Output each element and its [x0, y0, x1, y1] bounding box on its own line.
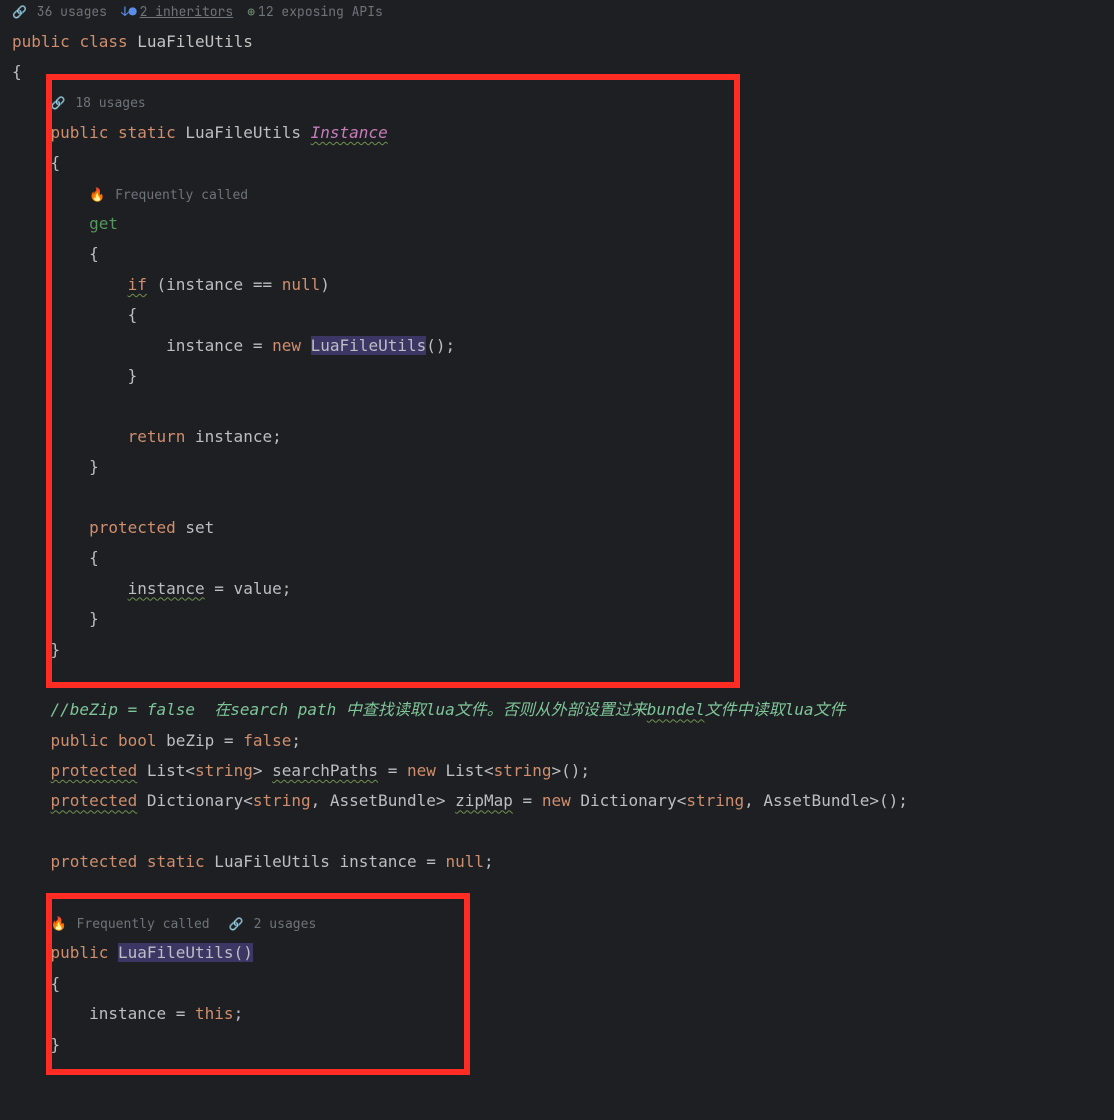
keyword-static: static: [118, 123, 176, 142]
code-text: beZip =: [157, 731, 244, 750]
keyword-new: new: [272, 336, 301, 355]
set-accessor: set: [185, 518, 214, 537]
code-text: , AssetBundle>();: [744, 791, 908, 810]
highlighted-type: LuaFileUtils: [311, 336, 427, 355]
brace: }: [89, 609, 99, 628]
keyword-false: false: [243, 731, 291, 750]
keyword-string: string: [494, 761, 552, 780]
keyword-null: null: [282, 275, 321, 294]
keyword-this: this: [195, 1004, 234, 1023]
flame-icon: 🔥: [51, 917, 67, 932]
brace: {: [128, 305, 138, 324]
field-ref: instance: [128, 579, 205, 598]
keyword-new: new: [407, 761, 436, 780]
code-text: Dictionary<: [137, 791, 253, 810]
keyword-null: null: [446, 852, 485, 871]
code-text: ;: [291, 731, 301, 750]
code-text: = value;: [205, 579, 292, 598]
brace: {: [89, 548, 99, 567]
link-icon: 🔗: [12, 1, 27, 24]
code-block[interactable]: public class LuaFileUtils { 🔗 18 usages …: [12, 27, 1114, 1060]
brace: }: [51, 1035, 61, 1054]
inheritors-icon: ↓●: [121, 3, 137, 20]
exposing-apis-hint[interactable]: ⊕12 exposing APIs: [247, 0, 383, 25]
code-text: Dictionary<: [571, 791, 687, 810]
keyword-protected: protected: [51, 852, 138, 871]
keyword-if: if: [128, 275, 147, 294]
code-text: =: [378, 761, 407, 780]
keyword-public: public: [51, 943, 109, 962]
code-text: List<: [137, 761, 195, 780]
flame-icon: 🔥: [89, 188, 105, 203]
keyword-public: public: [51, 731, 109, 750]
keyword-public: public: [12, 32, 70, 51]
comment: //beZip = false 在search path 中查找读取lua文件。…: [51, 700, 846, 719]
code-lens-row: 🔗 36 usages ↓●2 inheritors ⊕12 exposing …: [12, 0, 1114, 27]
brace: {: [89, 244, 99, 263]
keyword-string: string: [253, 791, 311, 810]
paren: (): [234, 943, 253, 962]
brace: {: [12, 62, 22, 81]
link-icon: 🔗: [51, 96, 66, 110]
code-text: , AssetBundle>: [311, 791, 456, 810]
keyword-class: class: [79, 32, 127, 51]
code-text: ();: [426, 336, 455, 355]
space: [301, 336, 311, 355]
inheritors-hint[interactable]: ↓●2 inheritors: [121, 0, 233, 25]
brace: {: [51, 974, 61, 993]
code-text: instance =: [89, 1004, 195, 1023]
network-icon: ⊕: [247, 3, 255, 20]
keyword-protected: protected: [51, 791, 138, 810]
brace: {: [51, 153, 61, 172]
field-name: zipMap: [455, 791, 513, 810]
keyword-new: new: [542, 791, 571, 810]
field-name: searchPaths: [272, 761, 378, 780]
code-text: >: [253, 761, 272, 780]
frequently-called-hint[interactable]: 🔥 Frequently called: [51, 917, 210, 932]
keyword-protected: protected: [51, 761, 138, 780]
brace: }: [51, 640, 61, 659]
usages-inline-hint[interactable]: 🔗 2 usages: [229, 917, 316, 932]
code-text: =: [513, 791, 542, 810]
keyword-protected: protected: [89, 518, 176, 537]
code-text: instance =: [166, 336, 272, 355]
keyword-public: public: [51, 123, 109, 142]
property-name: Instance: [311, 123, 388, 142]
usages-inline-hint[interactable]: 🔗 18 usages: [51, 96, 146, 111]
code-text: (instance ==: [147, 275, 282, 294]
code-editor[interactable]: 🔗 36 usages ↓●2 inheritors ⊕12 exposing …: [12, 0, 1114, 1060]
brace: }: [89, 457, 99, 476]
code-text: ;: [484, 852, 494, 871]
keyword-string: string: [195, 761, 253, 780]
code-text: LuaFileUtils instance =: [205, 852, 446, 871]
code-text: ;: [234, 1004, 244, 1023]
keyword-return: return: [128, 427, 186, 446]
code-text: ): [320, 275, 330, 294]
keyword-string: string: [686, 791, 744, 810]
keyword-bool: bool: [118, 731, 157, 750]
frequently-called-hint[interactable]: 🔥 Frequently called: [89, 188, 248, 203]
class-name: LuaFileUtils: [137, 32, 253, 51]
brace: }: [128, 366, 138, 385]
constructor-name: LuaFileUtils: [118, 943, 234, 962]
code-text: instance;: [185, 427, 281, 446]
code-text: List<: [436, 761, 494, 780]
link-icon: 🔗: [229, 917, 244, 931]
usages-hint[interactable]: 🔗 36 usages: [12, 0, 107, 25]
code-text: >();: [551, 761, 590, 780]
keyword-static: static: [147, 852, 205, 871]
type-ref: LuaFileUtils: [185, 123, 301, 142]
get-accessor: get: [89, 214, 118, 233]
